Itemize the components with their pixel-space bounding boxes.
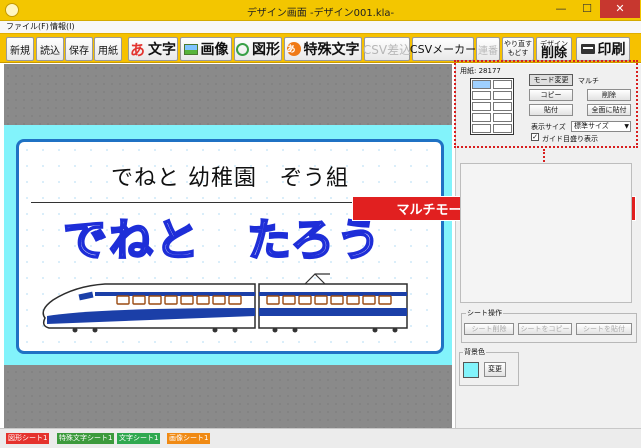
printer-icon xyxy=(580,44,595,54)
display-size-select[interactable]: 標準サイズ ▼ xyxy=(571,121,631,132)
menu-info[interactable]: 情報(I) xyxy=(50,21,75,33)
copy-button[interactable]: コピー xyxy=(529,89,573,101)
display-size-value: 標準サイズ xyxy=(574,122,609,130)
sheet-copy-button[interactable]: シートをコピー xyxy=(518,323,572,335)
close-button[interactable]: ✕ xyxy=(600,0,640,18)
sheet-cell[interactable] xyxy=(493,91,512,100)
shape-button[interactable]: 図形 xyxy=(234,37,282,61)
tab-shape-label: 図形シート1 xyxy=(8,434,48,442)
display-size-label: 表示サイズ xyxy=(531,123,566,131)
sheet-cell[interactable] xyxy=(493,80,512,89)
image-button-label: 画像 xyxy=(200,42,229,58)
sheet-ops-legend: シート操作 xyxy=(466,308,503,318)
menu-file[interactable]: ファイル(F) xyxy=(6,21,49,33)
special-text-icon: あ xyxy=(286,42,301,56)
sheet-cell[interactable] xyxy=(472,124,491,133)
bg-color-legend: 背景色 xyxy=(463,347,486,357)
csv-insert-button[interactable]: CSV差込 xyxy=(363,37,411,61)
toolbar: 新規 読込 保存 用紙 あ 文字 画像 図形 あ 特殊文字 CSV差込 CSVメ… xyxy=(0,33,641,63)
maximize-button[interactable]: ☐ xyxy=(574,0,600,18)
print-button[interactable]: 印刷 xyxy=(576,37,630,61)
title-bar: デザイン画面 -デザイン001.kla- — ☐ ✕ xyxy=(0,0,641,21)
background-color-swatch xyxy=(463,362,479,378)
text-a-icon: あ xyxy=(129,40,145,59)
tab-special-label: 特殊文字シート1 xyxy=(59,434,113,442)
delete-label: 削除 xyxy=(540,46,567,61)
tab-image-sheet[interactable]: 画像シート1 xyxy=(167,433,211,444)
guide-checkbox[interactable]: ✓ xyxy=(531,133,539,141)
mode-change-button[interactable]: モード変更 xyxy=(529,74,573,86)
guide-checkbox-label: ガイド目盛り表示 xyxy=(542,135,598,143)
sheet-grid[interactable] xyxy=(470,78,514,135)
design-card[interactable]: でねと 幼稚園 ぞう組 でねと たろう xyxy=(16,139,444,354)
paper-button[interactable]: 用紙 xyxy=(94,37,122,61)
paste-button[interactable]: 貼付 xyxy=(529,104,573,116)
paste-all-button[interactable]: 全面に貼付 xyxy=(587,104,631,116)
sheet-cell[interactable] xyxy=(493,102,512,111)
sheet-cell[interactable] xyxy=(472,113,491,122)
delete-design-button[interactable]: デザイン 削除 xyxy=(536,37,572,61)
shape-button-label: 図形 xyxy=(252,42,280,58)
shinkansen-icon xyxy=(42,273,408,333)
sheet-cell[interactable] xyxy=(472,102,491,111)
text-button-label: 文字 xyxy=(148,42,176,58)
tab-text-label: 文字シート1 xyxy=(119,434,159,442)
properties-area xyxy=(460,163,632,303)
window-title: デザイン画面 -デザイン001.kla- xyxy=(246,8,395,19)
sheet-tabs-bar: 図形シート1 特殊文字シート1 文字シート1 画像シート1 xyxy=(0,428,641,448)
train-image[interactable] xyxy=(35,266,415,334)
bg-change-button[interactable]: 変更 xyxy=(484,362,506,377)
redo-label[interactable]: やり直す xyxy=(504,40,532,49)
continuous-number-button[interactable]: 連番 xyxy=(476,37,500,61)
dropdown-arrow-icon: ▼ xyxy=(624,123,629,130)
tab-special-text-sheet[interactable]: 特殊文字シート1 xyxy=(57,433,115,444)
paper-label: 用紙: 28177 xyxy=(460,67,501,75)
text-button[interactable]: あ 文字 xyxy=(128,37,178,61)
delete-button[interactable]: 削除 xyxy=(587,89,631,101)
save-button[interactable]: 保存 xyxy=(65,37,93,61)
circle-icon xyxy=(236,42,249,56)
tab-shape-sheet[interactable]: 図形シート1 xyxy=(6,433,50,444)
redo-undo-button[interactable]: やり直す もどす xyxy=(502,37,534,61)
open-button[interactable]: 読込 xyxy=(36,37,64,61)
print-label: 印刷 xyxy=(597,42,626,58)
new-button[interactable]: 新規 xyxy=(6,37,34,61)
special-text-button[interactable]: あ 特殊文字 xyxy=(284,37,362,61)
tab-text-sheet[interactable]: 文字シート1 xyxy=(117,433,161,444)
sheet-cell[interactable] xyxy=(493,124,512,133)
sheet-cell[interactable] xyxy=(493,113,512,122)
mode-name: マルチ xyxy=(578,77,599,85)
tab-image-label: 画像シート1 xyxy=(169,434,209,442)
name-text[interactable]: でねと たろう xyxy=(62,204,382,268)
class-text[interactable]: でねと 幼稚園 ぞう組 xyxy=(19,160,441,192)
menu-bar: ファイル(F) 情報(I) xyxy=(0,21,641,33)
special-text-label: 特殊文字 xyxy=(303,42,360,58)
csv-maker-button[interactable]: CSVメーカー xyxy=(410,37,476,61)
undo-label[interactable]: もどす xyxy=(508,49,529,58)
sheet-paste-button[interactable]: シートを貼付 xyxy=(576,323,632,335)
sheet-cell[interactable] xyxy=(472,91,491,100)
minimize-button[interactable]: — xyxy=(548,0,574,18)
sheet-cell[interactable] xyxy=(472,80,491,89)
image-button[interactable]: 画像 xyxy=(180,37,232,61)
sheet-delete-button[interactable]: シート削除 xyxy=(464,323,514,335)
picture-icon xyxy=(183,43,198,55)
